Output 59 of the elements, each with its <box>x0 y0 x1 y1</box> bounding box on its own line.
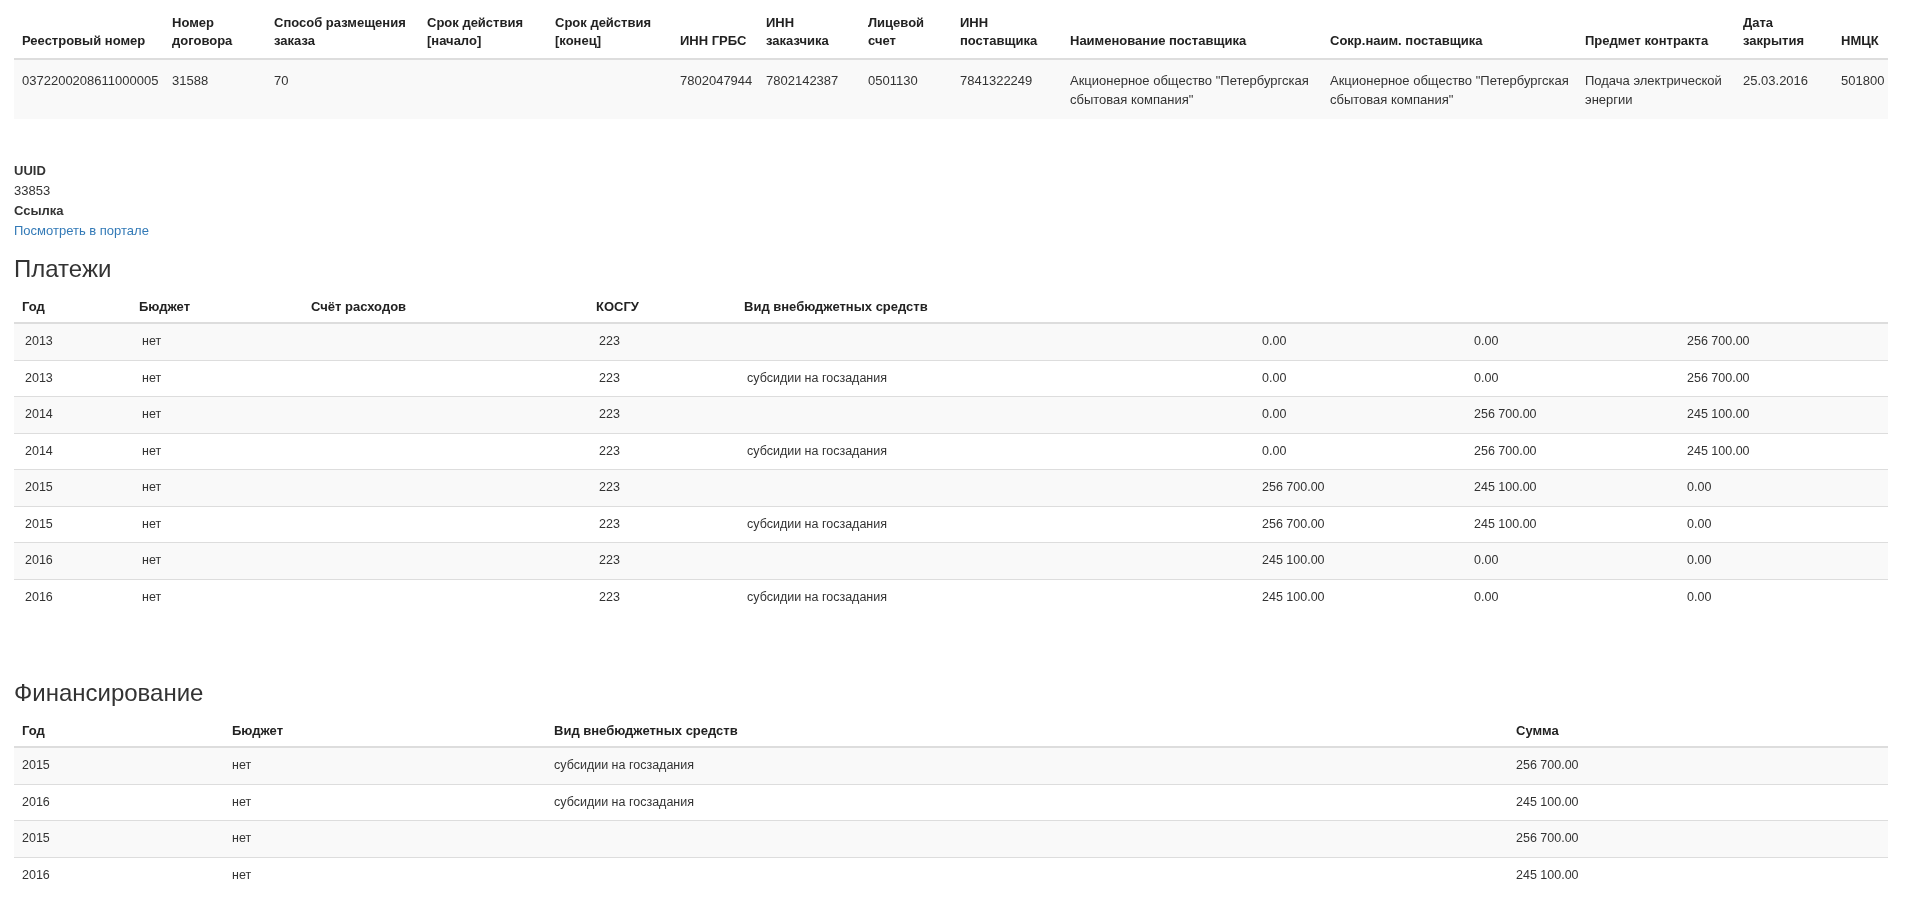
table-cell: 7802047944 <box>672 59 758 119</box>
table-cell: 256 700.00 <box>1676 323 1888 361</box>
table-cell: 70 <box>266 59 419 119</box>
table-cell: Акционерное общество "Петербургская сбытовая компания" <box>1062 59 1322 119</box>
table-cell: 245 100.00 <box>1463 469 1676 507</box>
table-cell: 2015 <box>14 469 131 507</box>
table-cell: нет <box>224 747 546 785</box>
table-cell: нет <box>131 323 303 361</box>
table-cell: 7841322249 <box>952 59 1062 119</box>
table-cell: нет <box>131 396 303 434</box>
table-cell: 256 700.00 <box>1251 469 1463 507</box>
table-cell: 223 <box>588 396 736 434</box>
table-cell: 0501130 <box>860 59 952 119</box>
table-cell: 0.00 <box>1676 542 1888 580</box>
portal-link[interactable]: Посмотреть в портале <box>14 221 1888 242</box>
table-cell: 0.00 <box>1463 579 1676 616</box>
table-cell: 7802142387 <box>758 59 860 119</box>
table-cell: 0372200208611000005 <box>14 59 164 119</box>
table-cell: 256 700.00 <box>1463 396 1676 434</box>
table-cell: 256 700.00 <box>1508 820 1888 858</box>
table-cell: нет <box>131 469 303 507</box>
table-cell: 25.03.2016 <box>1735 59 1833 119</box>
table-cell: нет <box>224 857 546 894</box>
table-cell: 0.00 <box>1463 542 1676 580</box>
table-cell: 2016 <box>14 579 131 616</box>
table-cell: 2016 <box>14 857 224 894</box>
table-cell: 245 100.00 <box>1251 542 1463 580</box>
table-cell: 0.00 <box>1251 396 1463 434</box>
table-cell: 223 <box>588 579 736 616</box>
table-cell: нет <box>131 542 303 580</box>
table-cell: 223 <box>588 469 736 507</box>
table-cell: 245 100.00 <box>1676 396 1888 434</box>
table-cell: 2013 <box>14 323 131 361</box>
table-cell: субсидии на госзадания <box>546 747 1508 785</box>
table-cell: 31588 <box>164 59 266 119</box>
field-label: Ссылка <box>14 202 65 221</box>
table-cell: 245 100.00 <box>1508 857 1888 894</box>
section-title: Платежи <box>14 255 113 285</box>
table-cell: Акционерное общество "Петербургская сбытовая компания" <box>1322 59 1577 119</box>
table-cell: 0.00 <box>1676 469 1888 507</box>
table-cell: нет <box>131 579 303 616</box>
table-cell: 0.00 <box>1676 579 1888 616</box>
table-cell: 2016 <box>14 542 131 580</box>
section-title: Финансирование <box>14 679 205 709</box>
table-cell: 2014 <box>14 396 131 434</box>
table-cell: 501800 <box>1833 59 1888 119</box>
field-value: 33853 <box>14 181 52 200</box>
table-cell: нет <box>224 820 546 858</box>
table-cell: 245 100.00 <box>1251 579 1463 616</box>
table-cell: 0.00 <box>1251 323 1463 361</box>
field-label: UUID <box>14 161 47 180</box>
table-cell: 223 <box>588 542 736 580</box>
table-cell: 0.00 <box>1463 323 1676 361</box>
table-cell: 256 700.00 <box>1508 747 1888 785</box>
table-cell: субсидии на госзадания <box>736 579 1251 616</box>
table-cell: 2015 <box>14 747 224 785</box>
table-cell: 223 <box>588 323 736 361</box>
table-cell: Подача электрической энергии <box>1577 59 1735 119</box>
table-cell: 2015 <box>14 820 224 858</box>
